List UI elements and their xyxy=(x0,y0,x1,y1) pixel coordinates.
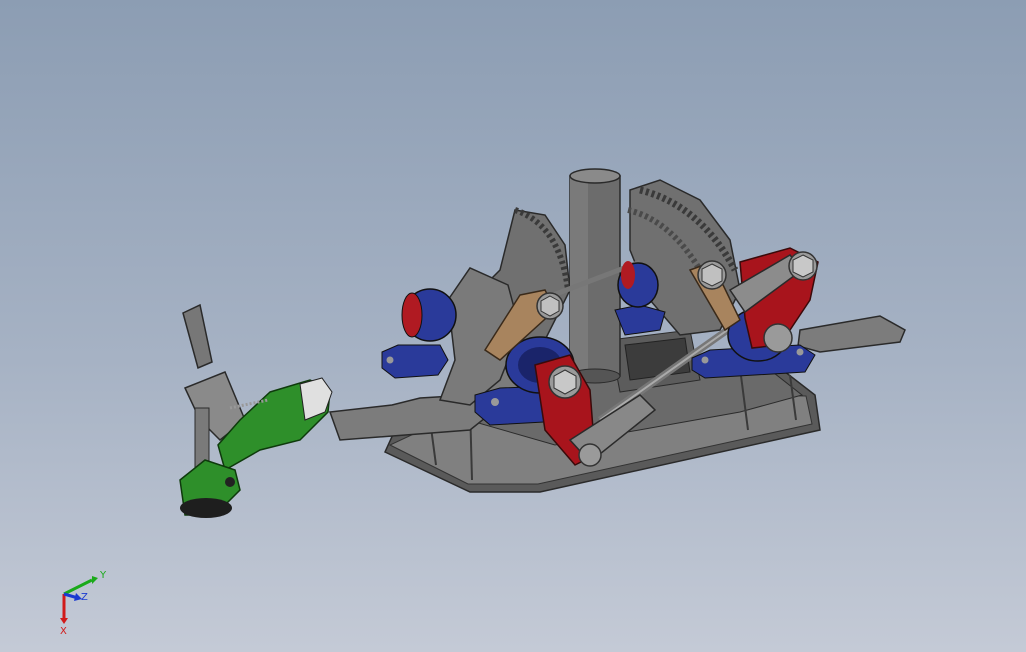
orientation-triad: Y Z X xyxy=(60,570,107,636)
assembly-model[interactable] xyxy=(0,0,1026,652)
cad-graphics-viewport[interactable]: Y Z X xyxy=(0,0,1026,652)
right-arm-plate[interactable] xyxy=(797,315,906,353)
x-axis-arrow xyxy=(60,618,68,624)
x-axis-label: X xyxy=(60,626,67,636)
z-axis-label: Z xyxy=(81,592,88,603)
gripper-assembly[interactable] xyxy=(179,303,333,518)
bearing-block-rear-left[interactable] xyxy=(381,288,457,379)
vertical-column[interactable] xyxy=(569,168,621,384)
y-axis-label: Y xyxy=(99,570,107,581)
y-axis-arrow xyxy=(92,576,98,584)
